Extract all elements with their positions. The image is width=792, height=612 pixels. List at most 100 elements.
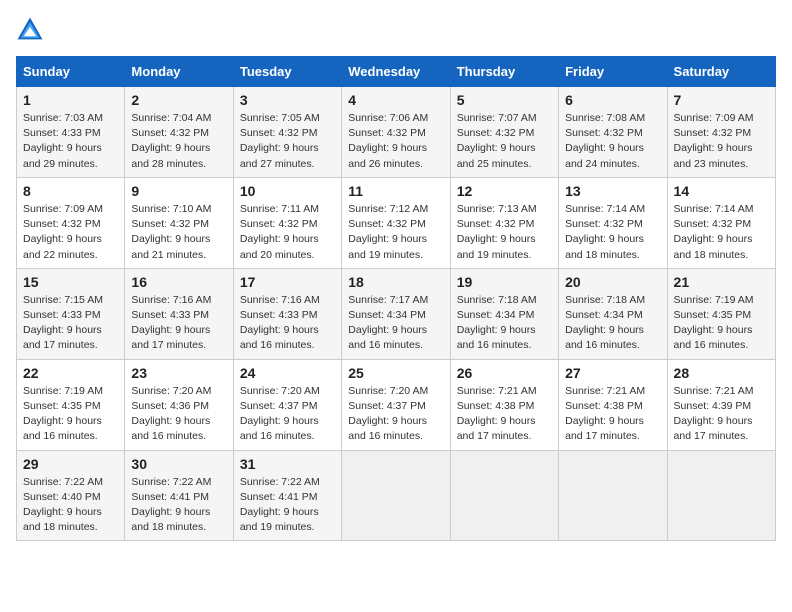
day-number: 15 [23, 274, 118, 290]
day-number: 27 [565, 365, 660, 381]
calendar-cell: 8 Sunrise: 7:09 AM Sunset: 4:32 PM Daylig… [17, 177, 125, 268]
week-row: 22 Sunrise: 7:19 AM Sunset: 4:35 PM Dayli… [17, 359, 776, 450]
day-number: 23 [131, 365, 226, 381]
day-info: Sunrise: 7:15 AM Sunset: 4:33 PM Dayligh… [23, 293, 118, 354]
calendar-cell: 16 Sunrise: 7:16 AM Sunset: 4:33 PM Dayli… [125, 268, 233, 359]
day-number: 31 [240, 456, 335, 472]
calendar-cell: 23 Sunrise: 7:20 AM Sunset: 4:36 PM Dayli… [125, 359, 233, 450]
day-number: 17 [240, 274, 335, 290]
day-number: 22 [23, 365, 118, 381]
calendar-cell: 10 Sunrise: 7:11 AM Sunset: 4:32 PM Dayli… [233, 177, 341, 268]
day-number: 19 [457, 274, 552, 290]
day-info: Sunrise: 7:19 AM Sunset: 4:35 PM Dayligh… [674, 293, 769, 354]
calendar-cell: 19 Sunrise: 7:18 AM Sunset: 4:34 PM Dayli… [450, 268, 558, 359]
week-row: 15 Sunrise: 7:15 AM Sunset: 4:33 PM Dayli… [17, 268, 776, 359]
day-number: 6 [565, 92, 660, 108]
day-info: Sunrise: 7:03 AM Sunset: 4:33 PM Dayligh… [23, 111, 118, 172]
day-info: Sunrise: 7:09 AM Sunset: 4:32 PM Dayligh… [674, 111, 769, 172]
calendar-cell: 29 Sunrise: 7:22 AM Sunset: 4:40 PM Dayli… [17, 450, 125, 541]
day-info: Sunrise: 7:05 AM Sunset: 4:32 PM Dayligh… [240, 111, 335, 172]
calendar-cell: 7 Sunrise: 7:09 AM Sunset: 4:32 PM Daylig… [667, 87, 775, 178]
calendar-cell: 26 Sunrise: 7:21 AM Sunset: 4:38 PM Dayli… [450, 359, 558, 450]
day-number: 18 [348, 274, 443, 290]
calendar-cell: 31 Sunrise: 7:22 AM Sunset: 4:41 PM Dayli… [233, 450, 341, 541]
day-number: 28 [674, 365, 769, 381]
calendar-cell: 9 Sunrise: 7:10 AM Sunset: 4:32 PM Daylig… [125, 177, 233, 268]
calendar-cell [667, 450, 775, 541]
week-row: 29 Sunrise: 7:22 AM Sunset: 4:40 PM Dayli… [17, 450, 776, 541]
day-info: Sunrise: 7:19 AM Sunset: 4:35 PM Dayligh… [23, 384, 118, 445]
calendar-cell: 22 Sunrise: 7:19 AM Sunset: 4:35 PM Dayli… [17, 359, 125, 450]
day-number: 8 [23, 183, 118, 199]
calendar-cell [342, 450, 450, 541]
day-info: Sunrise: 7:12 AM Sunset: 4:32 PM Dayligh… [348, 202, 443, 263]
calendar-cell: 21Sunrise: 7:19 AM Sunset: 4:35 PM Dayli… [667, 268, 775, 359]
calendar-cell: 25Sunrise: 7:20 AM Sunset: 4:37 PM Dayli… [342, 359, 450, 450]
day-info: Sunrise: 7:08 AM Sunset: 4:32 PM Dayligh… [565, 111, 660, 172]
day-number: 20 [565, 274, 660, 290]
day-info: Sunrise: 7:21 AM Sunset: 4:39 PM Dayligh… [674, 384, 769, 445]
calendar-cell: 28 Sunrise: 7:21 AM Sunset: 4:39 PM Dayli… [667, 359, 775, 450]
calendar-cell: 12 Sunrise: 7:13 AM Sunset: 4:32 PM Dayli… [450, 177, 558, 268]
calendar-cell: 20 Sunrise: 7:18 AM Sunset: 4:34 PM Dayli… [559, 268, 667, 359]
day-number: 26 [457, 365, 552, 381]
calendar-cell: 1 Sunrise: 7:03 AM Sunset: 4:33 PM Daylig… [17, 87, 125, 178]
day-number: 12 [457, 183, 552, 199]
day-info: Sunrise: 7:16 AM Sunset: 4:33 PM Dayligh… [240, 293, 335, 354]
day-info: Sunrise: 7:11 AM Sunset: 4:32 PM Dayligh… [240, 202, 335, 263]
day-info: Sunrise: 7:21 AM Sunset: 4:38 PM Dayligh… [457, 384, 552, 445]
day-info: Sunrise: 7:21 AM Sunset: 4:38 PM Dayligh… [565, 384, 660, 445]
calendar-cell: 17 Sunrise: 7:16 AM Sunset: 4:33 PM Dayli… [233, 268, 341, 359]
day-info: Sunrise: 7:20 AM Sunset: 4:36 PM Dayligh… [131, 384, 226, 445]
day-info: Sunrise: 7:04 AM Sunset: 4:32 PM Dayligh… [131, 111, 226, 172]
col-header-sunday: Sunday [17, 57, 125, 87]
calendar-cell: 3 Sunrise: 7:05 AM Sunset: 4:32 PM Daylig… [233, 87, 341, 178]
day-number: 1 [23, 92, 118, 108]
day-info: Sunrise: 7:16 AM Sunset: 4:33 PM Dayligh… [131, 293, 226, 354]
col-header-tuesday: Tuesday [233, 57, 341, 87]
day-info: Sunrise: 7:13 AM Sunset: 4:32 PM Dayligh… [457, 202, 552, 263]
calendar-cell: 30Sunrise: 7:22 AM Sunset: 4:41 PM Dayli… [125, 450, 233, 541]
day-number: 7 [674, 92, 769, 108]
day-info: Sunrise: 7:22 AM Sunset: 4:40 PM Dayligh… [23, 475, 118, 536]
col-header-monday: Monday [125, 57, 233, 87]
calendar-cell: 14Sunrise: 7:14 AM Sunset: 4:32 PM Dayli… [667, 177, 775, 268]
logo [16, 16, 48, 44]
header-row: SundayMondayTuesdayWednesdayThursdayFrid… [17, 57, 776, 87]
day-number: 11 [348, 183, 443, 199]
day-info: Sunrise: 7:18 AM Sunset: 4:34 PM Dayligh… [457, 293, 552, 354]
calendar-cell: 6 Sunrise: 7:08 AM Sunset: 4:32 PM Daylig… [559, 87, 667, 178]
day-number: 16 [131, 274, 226, 290]
day-number: 9 [131, 183, 226, 199]
day-info: Sunrise: 7:14 AM Sunset: 4:32 PM Dayligh… [565, 202, 660, 263]
day-info: Sunrise: 7:22 AM Sunset: 4:41 PM Dayligh… [240, 475, 335, 536]
day-number: 24 [240, 365, 335, 381]
day-number: 3 [240, 92, 335, 108]
day-info: Sunrise: 7:20 AM Sunset: 4:37 PM Dayligh… [240, 384, 335, 445]
calendar-cell: 24 Sunrise: 7:20 AM Sunset: 4:37 PM Dayli… [233, 359, 341, 450]
col-header-saturday: Saturday [667, 57, 775, 87]
day-info: Sunrise: 7:09 AM Sunset: 4:32 PM Dayligh… [23, 202, 118, 263]
col-header-friday: Friday [559, 57, 667, 87]
day-number: 2 [131, 92, 226, 108]
calendar-cell: 5Sunrise: 7:07 AM Sunset: 4:32 PM Daylig… [450, 87, 558, 178]
day-info: Sunrise: 7:18 AM Sunset: 4:34 PM Dayligh… [565, 293, 660, 354]
calendar-cell [559, 450, 667, 541]
day-info: Sunrise: 7:06 AM Sunset: 4:32 PM Dayligh… [348, 111, 443, 172]
logo-icon [16, 16, 44, 44]
day-number: 10 [240, 183, 335, 199]
calendar-cell: 4Sunrise: 7:06 AM Sunset: 4:32 PM Daylig… [342, 87, 450, 178]
col-header-thursday: Thursday [450, 57, 558, 87]
week-row: 1 Sunrise: 7:03 AM Sunset: 4:33 PM Daylig… [17, 87, 776, 178]
day-number: 13 [565, 183, 660, 199]
col-header-wednesday: Wednesday [342, 57, 450, 87]
day-info: Sunrise: 7:10 AM Sunset: 4:32 PM Dayligh… [131, 202, 226, 263]
day-number: 29 [23, 456, 118, 472]
week-row: 8 Sunrise: 7:09 AM Sunset: 4:32 PM Daylig… [17, 177, 776, 268]
day-number: 5 [457, 92, 552, 108]
calendar-cell: 13 Sunrise: 7:14 AM Sunset: 4:32 PM Dayli… [559, 177, 667, 268]
calendar-cell: 27 Sunrise: 7:21 AM Sunset: 4:38 PM Dayli… [559, 359, 667, 450]
calendar-cell: 11 Sunrise: 7:12 AM Sunset: 4:32 PM Dayli… [342, 177, 450, 268]
day-info: Sunrise: 7:20 AM Sunset: 4:37 PM Dayligh… [348, 384, 443, 445]
calendar-cell [450, 450, 558, 541]
